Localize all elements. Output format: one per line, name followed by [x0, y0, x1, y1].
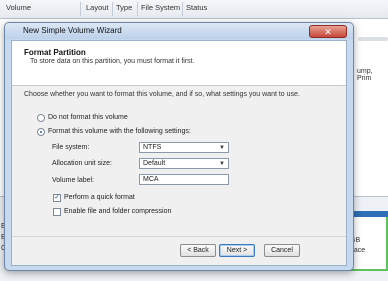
no-format-radio[interactable] — [37, 114, 45, 122]
column-status[interactable]: Status — [186, 3, 207, 12]
status-text-fragment: ump, Prim — [357, 68, 373, 82]
file-system-value: NTFS — [143, 144, 162, 151]
format-radio[interactable] — [37, 128, 45, 136]
allocation-unit-label: Allocation unit size: — [52, 160, 112, 167]
wizard-client-area: Format Partition To store data on this p… — [11, 40, 347, 266]
format-label[interactable]: Format this volume with the following se… — [48, 128, 191, 135]
column-volume[interactable]: Volume — [6, 3, 31, 12]
window-titlebar[interactable]: New Simple Volume Wizard ✕ — [5, 23, 353, 39]
new-simple-volume-wizard-window: New Simple Volume Wizard ✕ Format Partit… — [4, 22, 354, 271]
column-divider — [182, 2, 183, 16]
volume-label-label: Volume label: — [52, 177, 95, 184]
window-title: New Simple Volume Wizard — [23, 26, 122, 35]
volume-label-value: MCA — [143, 176, 159, 183]
column-layout[interactable]: Layout — [86, 3, 109, 12]
allocation-unit-select[interactable]: Default ▼ — [139, 158, 229, 169]
next-button[interactable]: Next > — [219, 244, 255, 257]
blurred-text — [358, 37, 388, 41]
compression-label[interactable]: Enable file and folder compression — [64, 208, 171, 215]
quick-format-checkbox[interactable]: ✓ — [53, 194, 61, 202]
close-button[interactable]: ✕ — [309, 25, 347, 38]
wizard-button-bar: < Back Next > Cancel — [12, 236, 346, 265]
instruction-text: Choose whether you want to format this v… — [24, 91, 300, 98]
no-format-label[interactable]: Do not format this volume — [48, 114, 128, 121]
compression-checkbox[interactable] — [53, 208, 61, 216]
allocation-unit-value: Default — [143, 160, 166, 167]
volume-list-header: Volume Layout Type File System Status — [0, 0, 388, 19]
column-divider — [137, 2, 138, 16]
chevron-down-icon: ▼ — [219, 145, 225, 151]
file-system-label: File system: — [52, 144, 90, 151]
page-title: Format Partition — [24, 48, 86, 57]
cancel-button[interactable]: Cancel — [264, 244, 300, 257]
page-subtitle: To store data on this partition, you mus… — [30, 58, 195, 65]
volume-label-input[interactable]: MCA — [139, 174, 229, 185]
column-divider — [112, 2, 113, 16]
file-system-select[interactable]: NTFS ▼ — [139, 142, 229, 153]
wizard-header-banner: Format Partition To store data on this p… — [12, 41, 346, 86]
back-button[interactable]: < Back — [180, 244, 216, 257]
column-type[interactable]: Type — [116, 3, 132, 12]
quick-format-label[interactable]: Perform a quick format — [64, 194, 135, 201]
chevron-down-icon: ▼ — [219, 161, 225, 167]
column-file-system[interactable]: File System — [141, 3, 180, 12]
column-divider — [80, 2, 81, 16]
